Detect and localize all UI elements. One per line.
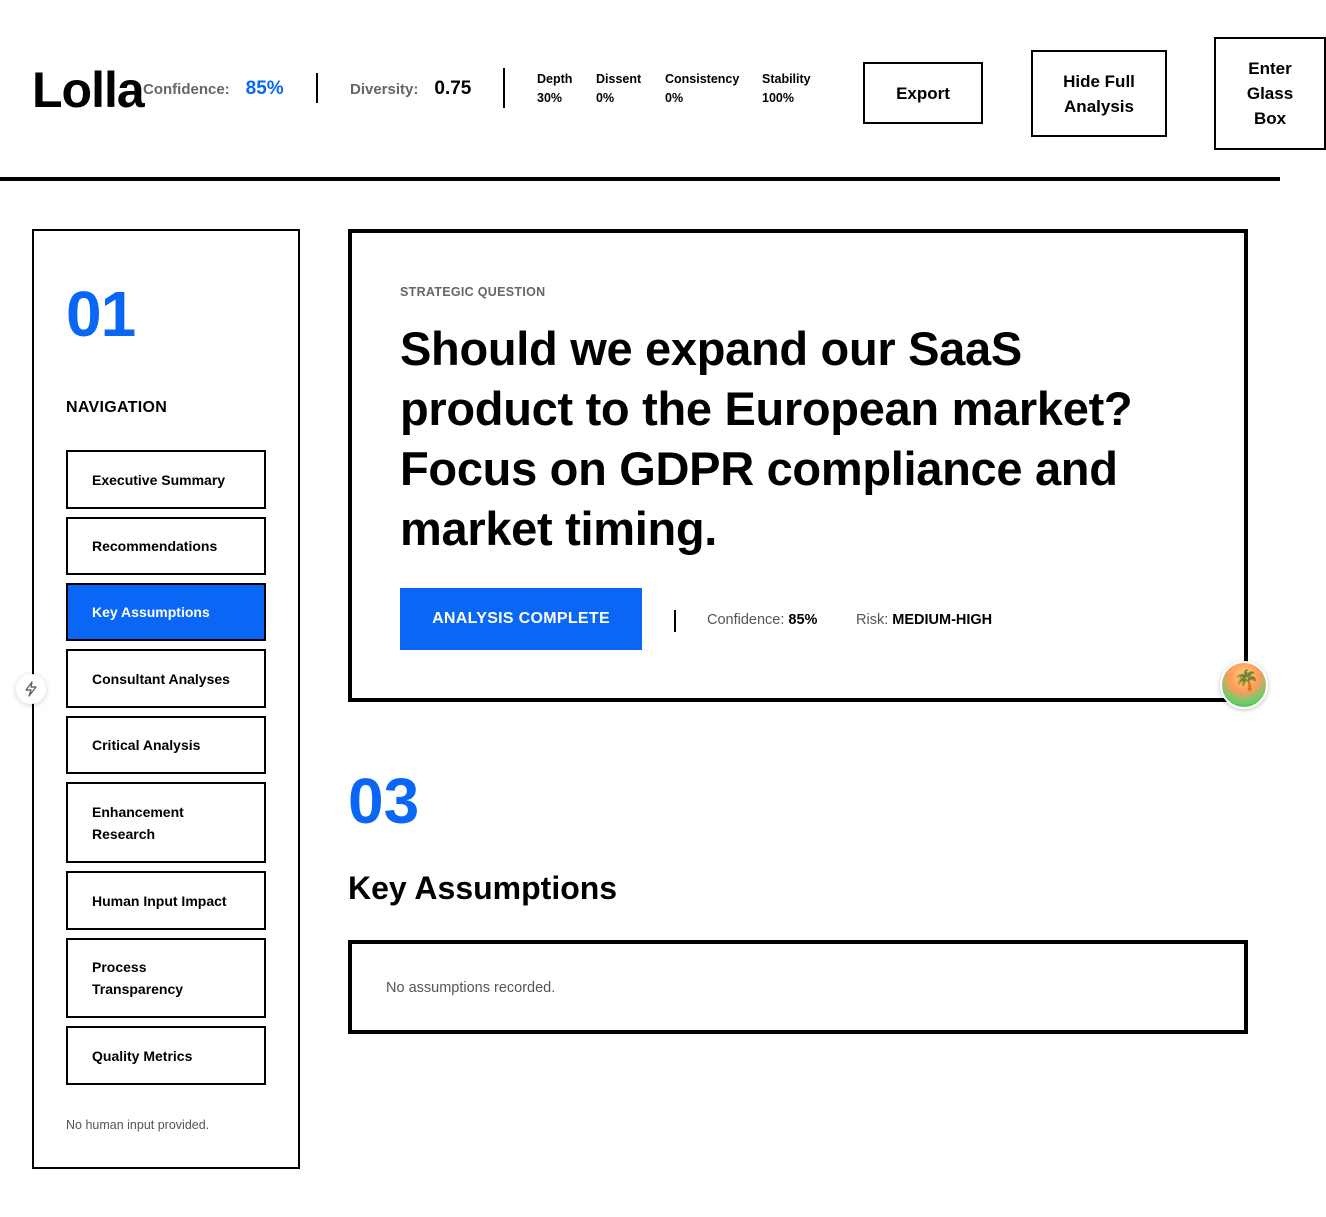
diversity-label: Diversity: (350, 81, 419, 98)
metric-consistency: Consistency 0% (665, 70, 739, 108)
header-diversity: Diversity: 0.75 (350, 78, 471, 100)
enter-glass-box-button[interactable]: Enter Glass Box (1214, 37, 1326, 150)
palm-island-avatar-icon[interactable]: 🌴 (1220, 661, 1268, 709)
question-kicker: STRATEGIC QUESTION (400, 285, 546, 299)
metric-value: 0% (665, 91, 684, 105)
app-logo[interactable]: Lolla (32, 62, 145, 118)
card-confidence-label: Confidence: (707, 612, 785, 628)
metric-value: 100% (762, 91, 794, 105)
metric-stability: Stability 100% (762, 70, 811, 108)
metric-dissent: Dissent 0% (596, 70, 641, 108)
palm-tree-icon: 🌴 (1234, 670, 1259, 692)
card-confidence-value: 85% (788, 612, 818, 628)
metric-label: Dissent (596, 72, 642, 86)
metric-label: Stability (762, 72, 811, 86)
card-risk-value: MEDIUM-HIGH (892, 612, 993, 628)
sidebar-item-quality-metrics[interactable]: Quality Metrics (66, 1026, 266, 1085)
metric-value: 0% (596, 91, 615, 105)
sidebar-section-number: 01 (66, 278, 136, 350)
sidebar-item-recommendations[interactable]: Recommendations (66, 517, 266, 575)
sidebar-item-key-assumptions[interactable]: Key Assumptions (66, 583, 266, 641)
page: Lolla Confidence: 85% Diversity: 0.75 De… (0, 0, 1326, 1217)
sidebar-item-human-input-impact[interactable]: Human Input Impact (66, 871, 266, 930)
header-divider (503, 68, 505, 108)
lightning-glyph (25, 681, 37, 697)
hide-full-analysis-button[interactable]: Hide Full Analysis (1031, 50, 1167, 137)
sidebar-item-consultant-analyses[interactable]: Consultant Analyses (66, 649, 266, 708)
confidence-label: Confidence: (143, 81, 230, 98)
analysis-status-button[interactable]: ANALYSIS COMPLETE (400, 588, 642, 650)
assumptions-card: No assumptions recorded. (348, 940, 1248, 1034)
sidebar-item-process-transparency[interactable]: Process Transparency (66, 938, 266, 1018)
metric-depth: Depth 30% (537, 70, 572, 108)
metric-label: Consistency (665, 72, 740, 86)
lightning-icon[interactable] (16, 674, 46, 704)
diversity-value: 0.75 (434, 78, 472, 99)
export-button[interactable]: Export (863, 62, 983, 124)
header-divider (316, 73, 318, 103)
strategic-question-card: STRATEGIC QUESTION Should we expand our … (348, 229, 1248, 702)
card-risk: Risk: MEDIUM-HIGH (856, 612, 992, 628)
sidebar-title: NAVIGATION (66, 399, 168, 416)
card-confidence: Confidence: 85% (707, 612, 817, 628)
sidebar-item-executive-summary[interactable]: Executive Summary (66, 450, 266, 509)
section-title: Key Assumptions (348, 870, 618, 906)
strategic-question-text: Should we expand our SaaS product to the… (400, 322, 1133, 555)
sidebar-item-critical-analysis[interactable]: Critical Analysis (66, 716, 266, 774)
sidebar-note: No human input provided. (66, 1118, 210, 1132)
confidence-value: 85% (245, 78, 284, 99)
header-confidence: Confidence: 85% (143, 78, 284, 100)
status-divider (674, 610, 676, 632)
sidebar-item-enhancement-research[interactable]: Enhancement Research (66, 782, 266, 863)
empty-state-message: No assumptions recorded. (386, 980, 556, 996)
header-divider-rule (0, 177, 1280, 181)
sidebar-navigation: 01 NAVIGATION Executive Summary Recommen… (32, 229, 300, 1169)
card-risk-label: Risk: (856, 612, 889, 628)
metric-value: 30% (537, 91, 563, 105)
metric-label: Depth (537, 72, 573, 86)
section-number: 03 (348, 765, 420, 837)
